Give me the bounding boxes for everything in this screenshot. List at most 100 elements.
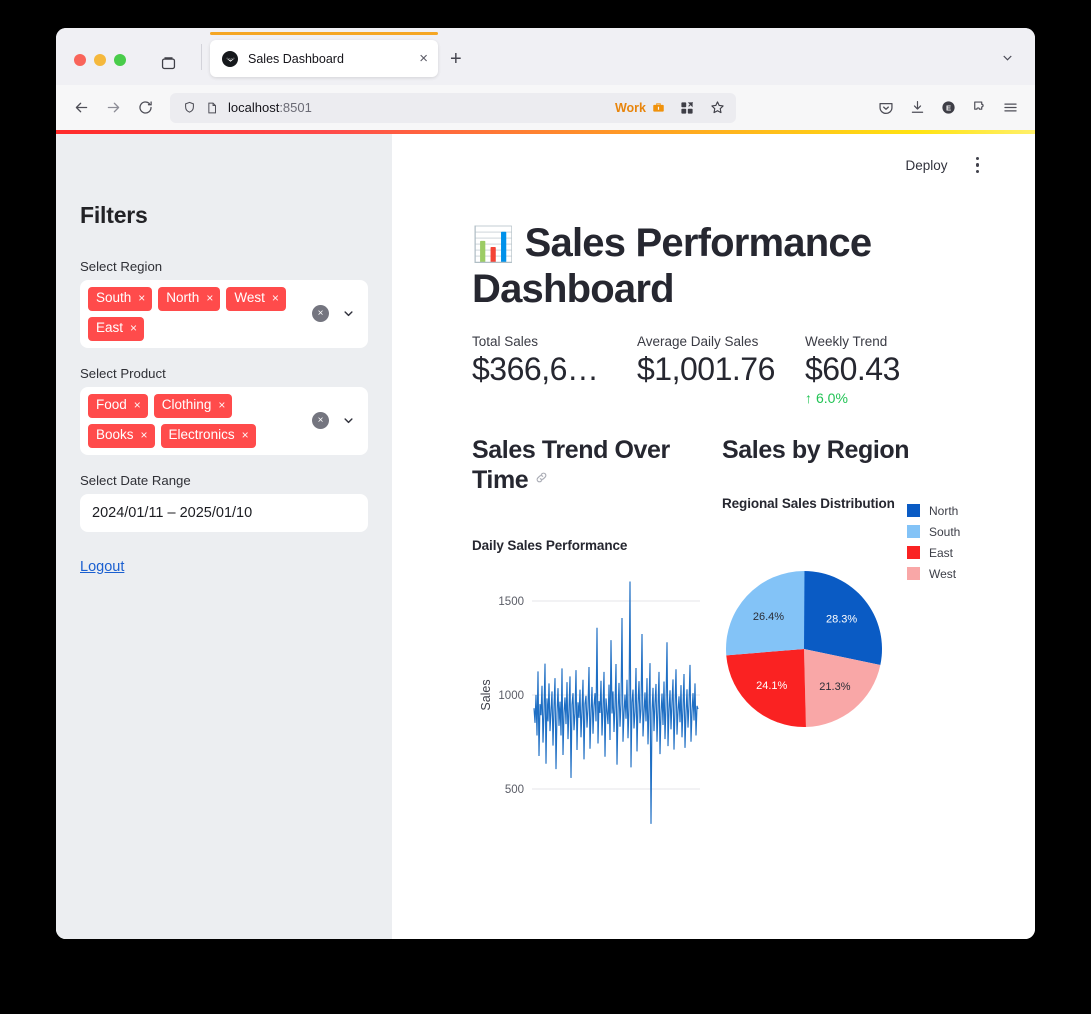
select-product-multiselect[interactable]: Food × Clothing × Books × Electronics ×	[80, 386, 368, 455]
work-profile-badge[interactable]: Work	[613, 100, 668, 115]
product-chip-list: Food × Clothing × Books × Electronics ×	[88, 393, 302, 448]
chip-remove-icon[interactable]: ×	[242, 428, 249, 443]
select-product-label: Select Product	[80, 365, 166, 381]
svg-text:E: E	[945, 104, 950, 113]
shield-icon[interactable]	[180, 95, 198, 121]
browser-tab[interactable]: Sales Dashboard ×	[210, 32, 438, 77]
pie-label-south: 26.4%	[753, 611, 784, 623]
chip-product-books[interactable]: Books ×	[88, 423, 155, 448]
chip-product-clothing[interactable]: Clothing ×	[153, 393, 233, 418]
close-tab-icon[interactable]: ×	[417, 51, 430, 66]
chip-remove-icon[interactable]: ×	[272, 291, 279, 306]
line-chart-title: Daily Sales Performance	[472, 538, 628, 553]
clear-region-icon[interactable]: ×	[312, 305, 329, 323]
chip-label: South	[96, 290, 132, 305]
app-decoration-bar	[56, 130, 1035, 134]
chip-region-west[interactable]: West ×	[226, 287, 286, 311]
charts-row: Sales Trend Over Time Daily Sales Perfor…	[472, 436, 987, 868]
kebab-menu-icon[interactable]	[968, 151, 988, 180]
chevron-down-icon[interactable]	[1000, 50, 1027, 85]
toolbar-right-actions: E	[871, 93, 1025, 123]
chip-remove-icon[interactable]: ×	[130, 321, 137, 336]
link-icon[interactable]	[534, 470, 549, 485]
reload-icon[interactable]	[130, 93, 160, 123]
star-icon[interactable]	[704, 95, 730, 121]
extension-puzzle-icon[interactable]	[964, 93, 994, 123]
minimize-window-button[interactable]	[94, 54, 106, 66]
clear-product-icon[interactable]: ×	[312, 412, 329, 430]
extensions-grid-icon[interactable]	[674, 95, 700, 121]
select-date-range-label: Select Date Range	[80, 472, 191, 488]
chip-label: North	[166, 290, 200, 305]
pie-label-north: 28.3%	[826, 613, 857, 625]
metric-value: $366,6…	[472, 351, 599, 387]
tab-list-icon[interactable]	[160, 54, 177, 85]
page-icon[interactable]	[204, 95, 220, 121]
sidebar-title: Filters	[80, 202, 148, 228]
region-multiselect-actions: ×	[302, 305, 360, 323]
chip-label: Books	[96, 426, 134, 442]
pie-chart-svg[interactable]: 28.3% 21.3% 24.1% 26.4%	[722, 521, 1022, 796]
close-window-button[interactable]	[74, 54, 86, 66]
logout-link[interactable]: Logout	[80, 559, 124, 575]
navigation-toolbar: localhost:8501 Work E	[56, 85, 1035, 130]
chip-remove-icon[interactable]: ×	[138, 291, 145, 306]
hamburger-menu-icon[interactable]	[995, 93, 1025, 123]
legend-swatch	[907, 525, 920, 538]
ytick-500: 500	[505, 784, 524, 796]
chevron-down-icon[interactable]	[341, 413, 356, 428]
tab-strip: Sales Dashboard × +	[56, 28, 1035, 85]
legend-label: East	[929, 545, 954, 560]
app-toolbar: Deploy	[472, 130, 987, 192]
sales-by-region-section: Sales by Region Regional Sales Distribut…	[722, 436, 1022, 868]
chip-remove-icon[interactable]: ×	[134, 398, 141, 413]
chip-label: Clothing	[161, 396, 212, 412]
account-icon[interactable]: E	[933, 93, 963, 123]
url-text[interactable]: localhost:8501	[228, 100, 607, 115]
chip-remove-icon[interactable]: ×	[218, 398, 225, 413]
legend-swatch	[907, 546, 920, 559]
ytick-1500: 1500	[498, 596, 524, 608]
date-range-input[interactable]: 2024/01/11 – 2025/01/10	[80, 493, 368, 532]
download-icon[interactable]	[902, 93, 932, 123]
forward-arrow-icon[interactable]	[98, 93, 128, 123]
url-bar[interactable]: localhost:8501 Work	[170, 92, 736, 123]
new-tab-button[interactable]: +	[438, 48, 462, 85]
chip-label: Food	[96, 396, 127, 412]
sales-trend-header: Sales Trend Over Time	[472, 436, 722, 495]
legend-item-east[interactable]: East	[907, 546, 960, 560]
section-header-text: Sales Trend Over Time	[472, 436, 670, 494]
metric-average-daily-sales: Average Daily Sales $1,001.76	[637, 334, 805, 406]
region-chip-list: South × North × West × East ×	[88, 287, 302, 341]
legend-item-west[interactable]: West	[907, 567, 960, 581]
page-content: Filters Select Region South × North × We…	[56, 130, 1035, 939]
chip-label: West	[234, 290, 265, 305]
chip-region-north[interactable]: North ×	[158, 287, 221, 311]
chip-product-electronics[interactable]: Electronics ×	[160, 423, 256, 448]
back-arrow-icon[interactable]	[66, 93, 96, 123]
metric-weekly-trend: Weekly Trend $60.43 ↑ 6.0%	[805, 334, 900, 406]
chip-remove-icon[interactable]: ×	[206, 291, 213, 306]
tab-title: Sales Dashboard	[248, 51, 344, 66]
line-chart-svg[interactable]: 1500 1000 500 Sales	[472, 553, 702, 853]
chip-remove-icon[interactable]: ×	[141, 428, 148, 443]
pie-slices	[726, 570, 883, 727]
legend-item-south[interactable]: South	[907, 525, 960, 539]
page-title: 📊 Sales Performance Dashboard	[472, 220, 902, 312]
url-bar-actions	[674, 95, 730, 121]
legend-swatch	[907, 504, 920, 517]
chip-region-south[interactable]: South ×	[88, 287, 153, 311]
chevron-down-icon[interactable]	[341, 306, 356, 321]
deploy-button[interactable]: Deploy	[897, 154, 955, 177]
main-content: Deploy 📊 Sales Performance Dashboard Tot…	[392, 130, 1035, 939]
select-region-multiselect[interactable]: South × North × West × East × ×	[80, 280, 368, 348]
window-traffic-lights	[66, 54, 126, 85]
browser-window: Sales Dashboard × + localhost:8501 Work …	[56, 28, 1035, 939]
pocket-icon[interactable]	[871, 93, 901, 123]
chip-product-food[interactable]: Food ×	[88, 393, 148, 418]
chip-region-east[interactable]: East ×	[88, 316, 145, 341]
legend-item-north[interactable]: North	[907, 504, 960, 518]
metric-label: Weekly Trend	[805, 334, 888, 349]
legend-label: North	[929, 503, 959, 518]
maximize-window-button[interactable]	[114, 54, 126, 66]
